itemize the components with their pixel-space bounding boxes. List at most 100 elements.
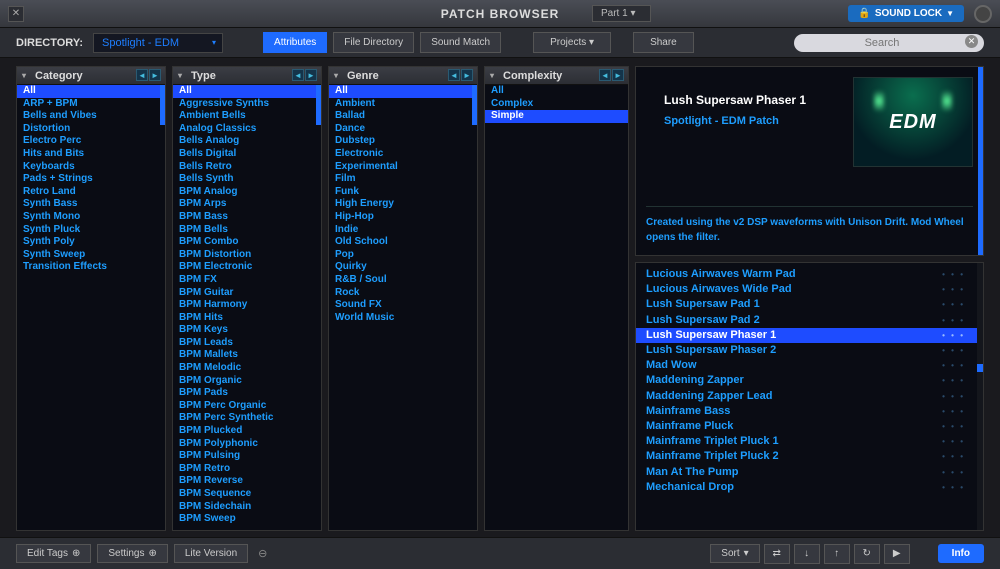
list-item[interactable]: BPM Retro [173,463,321,476]
directory-dropdown[interactable]: Spotlight - EDM [93,33,223,53]
list-item[interactable]: Sound FX [329,299,477,312]
view-file-directory-button[interactable]: File Directory [333,32,414,53]
patch-list-item[interactable]: Maddening Zapper Lead• • • [636,389,983,404]
patch-list-item[interactable]: Maddening Zapper• • • [636,373,983,388]
list-item[interactable]: Dance [329,123,477,136]
list-item[interactable]: BPM Analog [173,186,321,199]
list-item[interactable]: BPM Keys [173,324,321,337]
list-item[interactable]: BPM Polyphonic [173,438,321,451]
prev-icon[interactable]: ◄ [448,69,460,81]
prev-icon[interactable]: ◄ [599,69,611,81]
up-button[interactable]: ↑ [824,544,850,564]
list-item[interactable]: Transition Effects [17,261,165,274]
scrollbar[interactable] [977,263,983,530]
category-header[interactable]: Category ◄► [17,67,165,85]
list-item[interactable]: BPM Harmony [173,299,321,312]
list-item[interactable]: Aggressive Synths [173,98,321,111]
scrollbar[interactable] [160,85,165,530]
list-item[interactable]: Synth Pluck [17,224,165,237]
genre-header[interactable]: Genre ◄► [329,67,477,85]
scrollbar[interactable] [472,85,477,530]
list-item[interactable]: All [17,85,165,98]
list-item[interactable]: Ambient Bells [173,110,321,123]
search-clear-button[interactable]: ✕ [965,35,978,48]
list-item[interactable]: BPM Melodic [173,362,321,375]
reload-button[interactable]: ↻ [854,544,880,564]
list-item[interactable]: High Energy [329,198,477,211]
list-item[interactable]: Synth Mono [17,211,165,224]
list-item[interactable]: Film [329,173,477,186]
list-item[interactable]: BPM Distortion [173,249,321,262]
type-header[interactable]: Type ◄► [173,67,321,85]
down-button[interactable]: ↓ [794,544,820,564]
list-item[interactable]: BPM Combo [173,236,321,249]
info-button[interactable]: Info [938,544,984,563]
list-item[interactable]: Electronic [329,148,477,161]
list-item[interactable]: Retro Land [17,186,165,199]
patch-list-item[interactable]: Lucious Airwaves Warm Pad• • • [636,267,983,282]
list-item[interactable]: Bells Digital [173,148,321,161]
patch-list-item[interactable]: Mechanical Drop• • • [636,480,983,495]
list-item[interactable]: BPM Bass [173,211,321,224]
part-dropdown[interactable]: Part 1 ▾ [592,5,651,22]
list-item[interactable]: Pads + Strings [17,173,165,186]
list-item[interactable]: Ambient [329,98,477,111]
list-item[interactable]: BPM Pads [173,387,321,400]
next-icon[interactable]: ► [305,69,317,81]
record-indicator[interactable] [974,5,992,23]
edit-tags-button[interactable]: Edit Tags ⊕ [16,544,91,563]
list-item[interactable]: Hip-Hop [329,211,477,224]
patch-list-item[interactable]: Lush Supersaw Pad 1• • • [636,297,983,312]
patch-list-item[interactable]: Mainframe Triplet Pluck 1• • • [636,434,983,449]
complexity-header[interactable]: Complexity ◄► [485,67,628,85]
list-item[interactable]: BPM Leads [173,337,321,350]
list-item[interactable]: Hits and Bits [17,148,165,161]
list-item[interactable]: Indie [329,224,477,237]
list-item[interactable]: Ballad [329,110,477,123]
list-item[interactable]: Analog Classics [173,123,321,136]
list-item[interactable]: Pop [329,249,477,262]
list-item[interactable]: BPM Bells [173,224,321,237]
patch-list-item[interactable]: Mainframe Pluck• • • [636,419,983,434]
list-item[interactable]: BPM Reverse [173,475,321,488]
next-icon[interactable]: ► [461,69,473,81]
next-icon[interactable]: ► [149,69,161,81]
search-input[interactable] [794,34,984,52]
list-item[interactable]: All [173,85,321,98]
scrollbar[interactable] [316,85,321,530]
list-item[interactable]: Experimental [329,161,477,174]
zoom-out-icon[interactable]: ⊖ [254,547,271,560]
list-item[interactable]: Quirky [329,261,477,274]
list-item[interactable]: ARP + BPM [17,98,165,111]
list-item[interactable]: BPM Perc Synthetic [173,412,321,425]
patch-list-item[interactable]: Mainframe Triplet Pluck 2• • • [636,449,983,464]
list-item[interactable]: All [485,85,628,98]
projects-button[interactable]: Projects ▾ [533,32,611,53]
patch-list-item[interactable]: Lush Supersaw Phaser 2• • • [636,343,983,358]
list-item[interactable]: R&B / Soul [329,274,477,287]
list-item[interactable]: Keyboards [17,161,165,174]
list-item[interactable]: BPM Sidechain [173,501,321,514]
list-item[interactable]: BPM Sequence [173,488,321,501]
scrollbar[interactable] [978,67,983,255]
view-sound-match-button[interactable]: Sound Match [420,32,501,53]
patch-list-item[interactable]: Lush Supersaw Phaser 1• • • [636,328,983,343]
list-item[interactable]: Synth Sweep [17,249,165,262]
list-item[interactable]: BPM Mallets [173,349,321,362]
list-item[interactable]: Distortion [17,123,165,136]
share-button[interactable]: Share [633,32,694,53]
list-item[interactable]: BPM Organic [173,375,321,388]
list-item[interactable]: Synth Bass [17,198,165,211]
list-item[interactable]: Dubstep [329,135,477,148]
shuffle-button[interactable]: ⇄ [764,544,790,564]
list-item[interactable]: BPM Arps [173,198,321,211]
sort-dropdown[interactable]: Sort ▾ [710,544,759,563]
play-button[interactable]: ▶ [884,544,910,564]
list-item[interactable]: Simple [485,110,628,123]
prev-icon[interactable]: ◄ [292,69,304,81]
next-icon[interactable]: ► [612,69,624,81]
list-item[interactable]: BPM Guitar [173,287,321,300]
list-item[interactable]: BPM Hits [173,312,321,325]
list-item[interactable]: Synth Poly [17,236,165,249]
patch-list-item[interactable]: Mainframe Bass• • • [636,404,983,419]
